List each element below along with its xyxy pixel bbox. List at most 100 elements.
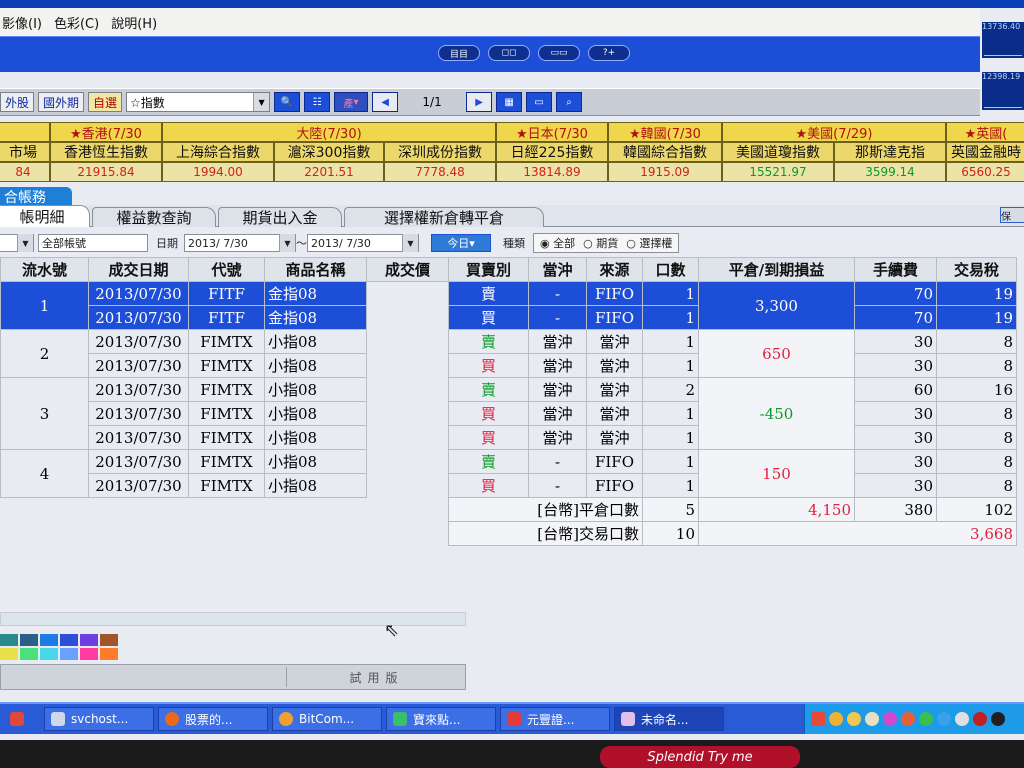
menu-help[interactable]: 說明(H) bbox=[109, 13, 157, 32]
taskbar-item-2[interactable]: BitCom... bbox=[272, 707, 382, 731]
palette-swatch[interactable] bbox=[60, 648, 78, 660]
date-to-select[interactable]: 2013/ 7/30 ▼ bbox=[307, 234, 419, 252]
tray-icon[interactable] bbox=[901, 712, 915, 726]
search-icon[interactable]: 🔍 bbox=[274, 92, 301, 112]
table-row[interactable]: 2013/07/30 FIMTX 小指08 買當沖 當沖 1 30 8 bbox=[1, 401, 1017, 426]
account-field[interactable]: 全部帳號 bbox=[38, 234, 148, 252]
layout-button-2[interactable]: ◻◻ bbox=[488, 45, 530, 61]
col-code[interactable]: 代號 bbox=[188, 257, 265, 282]
palette-swatch[interactable] bbox=[100, 648, 118, 660]
account-type-select[interactable]: ▼ bbox=[0, 234, 34, 252]
domestic-stock-button[interactable]: 外股 bbox=[0, 92, 35, 112]
col-qty[interactable]: 口數 bbox=[642, 257, 699, 282]
palette-swatch[interactable] bbox=[20, 634, 38, 646]
tray-icon[interactable] bbox=[865, 712, 879, 726]
taskbar-item-3[interactable]: 寶來點... bbox=[386, 707, 496, 731]
region-uk[interactable]: ★英國( bbox=[946, 122, 1024, 142]
table-row[interactable]: 3 2013/07/30 FIMTX 小指08 賣當沖 當沖 2 -450 60 16 bbox=[0, 377, 1017, 450]
palette-swatch[interactable] bbox=[60, 634, 78, 646]
col-serial[interactable]: 流水號 bbox=[0, 257, 89, 282]
table-row[interactable]: 2013/07/30 FITF 金指08 買 - FIFO 1 70 19 bbox=[1, 305, 1017, 330]
tab-detail[interactable]: 帳明細 bbox=[0, 205, 90, 227]
table-row[interactable]: 2 2013/07/30 FIMTX 小指08 賣當沖 當沖 1 650 30 8 bbox=[0, 329, 1017, 378]
col-side[interactable]: 買賣別 bbox=[448, 257, 529, 282]
select-icon[interactable]: ☷ bbox=[304, 92, 331, 112]
region-hongkong[interactable]: ★香港(7/30 bbox=[50, 122, 162, 142]
palette-swatch[interactable] bbox=[80, 648, 98, 660]
grid-view-icon[interactable]: ▦ bbox=[496, 92, 523, 112]
menu-image[interactable]: 影像(I) bbox=[0, 13, 42, 32]
tray-icon[interactable] bbox=[919, 712, 933, 726]
tray-icon[interactable] bbox=[937, 712, 951, 726]
print-button[interactable]: 保 bbox=[1000, 207, 1024, 223]
col-fee[interactable]: 手續費 bbox=[854, 257, 937, 282]
qty-cell: 1 bbox=[642, 449, 699, 474]
mini-panel-value: 13736.40 bbox=[982, 22, 1021, 31]
foreign-futures-button[interactable]: 國外期 bbox=[38, 92, 85, 112]
type-options-radio[interactable]: ○ 選擇權 bbox=[626, 235, 672, 251]
layout-button-1[interactable]: 目目 bbox=[438, 45, 480, 61]
table-row[interactable]: 4 2013/07/30 FIMTX 小指08 賣 - FIFO 1 150 30 8 bbox=[0, 449, 1017, 498]
table-row[interactable]: 2013/07/30 FIMTX 小指08 買 - FIFO 1 30 8 bbox=[1, 473, 1017, 498]
tray-icon[interactable] bbox=[955, 712, 969, 726]
type-futures-radio[interactable]: ○ 期貨 bbox=[583, 235, 618, 251]
region-china[interactable]: 大陸(7/30) bbox=[162, 122, 496, 142]
speaker-icon[interactable] bbox=[991, 712, 1005, 726]
qty-cell: 1 bbox=[642, 305, 699, 330]
taskbar-item-1[interactable]: 股票的... bbox=[158, 707, 268, 731]
mini-chart-panel-2[interactable]: 12398.19 bbox=[982, 72, 1024, 110]
col-daytrade[interactable]: 當沖 bbox=[528, 257, 587, 282]
palette-swatch[interactable] bbox=[100, 634, 118, 646]
type-all-radio[interactable]: ◉ 全部 bbox=[540, 235, 575, 251]
table-header: 流水號 成交日期 代號 商品名稱 成交價 買賣別 當沖 來源 口數 平倉/到期損… bbox=[0, 257, 1017, 282]
product-button[interactable]: 產 ▾ bbox=[334, 92, 369, 112]
help-button[interactable]: ?+ bbox=[588, 45, 630, 61]
palette-swatch[interactable] bbox=[40, 634, 58, 646]
mini-chart-panel-1[interactable]: 13736.40 bbox=[982, 22, 1024, 58]
daytrade-cell: 當沖 bbox=[528, 425, 587, 450]
palette-swatch[interactable] bbox=[80, 634, 98, 646]
taskbar-item-0[interactable]: svchost... bbox=[44, 707, 154, 731]
menu-color[interactable]: 色彩(C) bbox=[52, 13, 99, 32]
fee-cell: 30 bbox=[854, 473, 937, 498]
tray-icon[interactable] bbox=[973, 712, 987, 726]
tray-icon[interactable] bbox=[829, 712, 843, 726]
table-row[interactable]: 1 2013/07/30 FITF 金指08 賣 - FIFO 1 3,300 70 19 bbox=[0, 281, 1017, 330]
palette-swatch[interactable] bbox=[0, 648, 18, 660]
tab-deposit[interactable]: 期貨出入金 bbox=[218, 207, 342, 227]
palette-swatch[interactable] bbox=[0, 634, 18, 646]
tray-icon[interactable] bbox=[811, 712, 825, 726]
col-pl[interactable]: 平倉/到期損益 bbox=[698, 257, 855, 282]
window-view-icon[interactable]: ▭ bbox=[526, 92, 553, 112]
watchlist-select[interactable]: ☆指數 ▼ bbox=[126, 92, 271, 112]
col-tax[interactable]: 交易稅 bbox=[936, 257, 1017, 282]
col-date[interactable]: 成交日期 bbox=[88, 257, 189, 282]
col-source[interactable]: 來源 bbox=[586, 257, 643, 282]
tax-cell: 8 bbox=[936, 329, 1017, 354]
date-from-select[interactable]: 2013/ 7/30 ▼ bbox=[184, 234, 296, 252]
qty-cell: 1 bbox=[642, 353, 699, 378]
prev-page-icon[interactable]: ◀ bbox=[372, 92, 399, 112]
tab-equity[interactable]: 權益數查詢 bbox=[92, 207, 216, 227]
next-page-icon[interactable]: ▶ bbox=[466, 92, 493, 112]
custom-button[interactable]: 自選 bbox=[88, 92, 123, 112]
table-row[interactable]: 2013/07/30 FIMTX 小指08 買當沖 當沖 1 30 8 bbox=[1, 353, 1017, 378]
tray-icon[interactable] bbox=[883, 712, 897, 726]
today-button[interactable]: 今日 ▾ bbox=[431, 234, 491, 252]
taskbar-item-5[interactable]: 未命名... bbox=[614, 707, 724, 731]
palette-swatch[interactable] bbox=[20, 648, 38, 660]
region-korea[interactable]: ★韓國(7/30 bbox=[608, 122, 722, 142]
start-button[interactable] bbox=[4, 707, 40, 731]
layout-button-3[interactable]: ▭▭ bbox=[538, 45, 580, 61]
region-usa[interactable]: ★美國(7/29) bbox=[722, 122, 946, 142]
region-japan[interactable]: ★日本(7/30 bbox=[496, 122, 608, 142]
tray-icon[interactable] bbox=[847, 712, 861, 726]
palette-swatch[interactable] bbox=[40, 648, 58, 660]
tab-options-convert[interactable]: 選擇權新倉轉平倉 bbox=[344, 207, 544, 227]
col-name[interactable]: 商品名稱 bbox=[264, 257, 367, 282]
col-price[interactable]: 成交價 bbox=[366, 257, 449, 282]
zoom-icon[interactable]: ⌕ bbox=[556, 92, 583, 112]
table-row[interactable]: 2013/07/30 FIMTX 小指08 買當沖 當沖 1 30 8 bbox=[1, 425, 1017, 450]
market-name: 上海綜合指數 bbox=[162, 142, 274, 162]
taskbar-item-4[interactable]: 元豐證... bbox=[500, 707, 610, 731]
